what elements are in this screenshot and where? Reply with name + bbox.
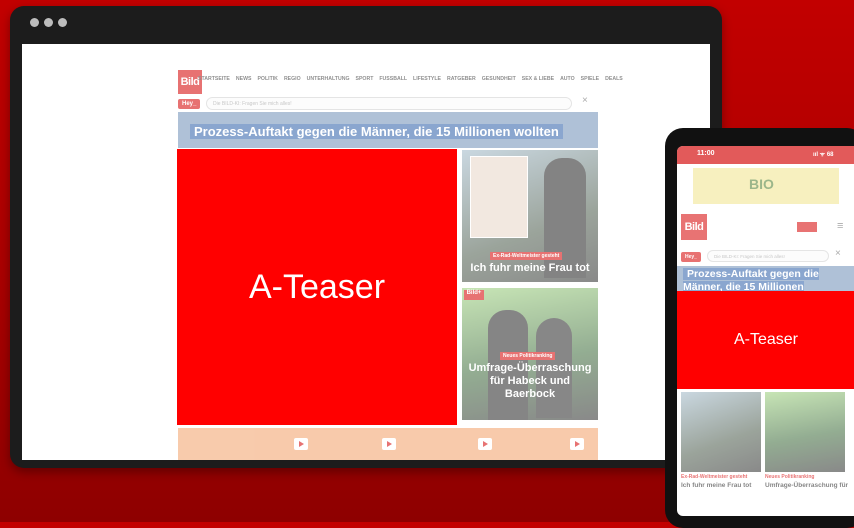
teaser-kicker: Neues Politikranking — [765, 474, 815, 480]
nav-item[interactable]: UNTERHALTUNG — [307, 76, 350, 82]
mobile-screen: 11:00 ııl ᯤ 68 BIO Bild ≡ Hey_ Die BILD-… — [677, 146, 854, 516]
nav-item[interactable]: POLITIK — [257, 76, 277, 82]
search-input[interactable]: Die BILD-KI: Fragen Sie mich alles! — [206, 97, 572, 110]
hey-ai-button[interactable]: Hey_ — [178, 99, 201, 109]
ad-text: BIO — [749, 176, 774, 192]
nav-item[interactable]: DEALS — [605, 76, 623, 82]
search-input[interactable]: Die BILD-KI: Fragen Sie mich alles! — [707, 250, 829, 262]
nav-item[interactable]: LIFESTYLE — [413, 76, 441, 82]
play-icon[interactable] — [294, 438, 308, 450]
teaser-title[interactable]: Umfrage-Überraschung für — [765, 482, 848, 489]
nav-item[interactable]: SPIELE — [581, 76, 599, 82]
nav-item[interactable]: REGIO — [284, 76, 301, 82]
teaser-title[interactable]: Ich fuhr meine Frau tot — [462, 262, 598, 274]
nav-item[interactable]: RATGEBER — [447, 76, 476, 82]
desktop-screen: Bild STARTSEITE NEWS POLITIK REGIO UNTER… — [22, 44, 710, 460]
hero-headline[interactable]: Prozess-Auftakt gegen die Männer, die 15… — [190, 124, 563, 139]
teaser-kicker: Neues Politikranking — [500, 352, 556, 360]
person-silhouette — [544, 158, 586, 278]
bild-logo[interactable]: Bild — [178, 70, 202, 94]
nav-item[interactable]: FUSSBALL — [379, 76, 407, 82]
nav-item[interactable]: STARTSEITE — [198, 76, 230, 82]
nav-item[interactable]: NEWS — [236, 76, 252, 82]
window-dot-icon — [30, 18, 39, 27]
bild-plus-icon[interactable] — [797, 222, 817, 232]
window-titlebar — [10, 6, 722, 40]
window-dot-icon — [58, 18, 67, 27]
teaser-kicker: Ex-Rad-Weltmeister gesteht — [490, 252, 563, 260]
menu-icon[interactable]: ≡ — [837, 220, 843, 232]
a-teaser-box[interactable]: A-Teaser — [177, 149, 457, 425]
play-icon[interactable] — [570, 438, 584, 450]
video-carousel[interactable] — [178, 428, 598, 460]
nav-item[interactable]: GESUNDHEIT — [482, 76, 516, 82]
play-icon[interactable] — [382, 438, 396, 450]
inset-portrait — [470, 156, 528, 238]
teaser-image-cyclist[interactable] — [681, 392, 761, 472]
phone-mockup: 11:00 ııl ᯤ 68 BIO Bild ≡ Hey_ Die BILD-… — [665, 128, 854, 528]
nav-item[interactable]: SEX & LIEBE — [522, 76, 554, 82]
bild-logo[interactable]: Bild — [681, 214, 707, 240]
nav-item[interactable]: SPORT — [356, 76, 374, 82]
close-icon[interactable]: × — [582, 95, 588, 106]
laptop-mockup: Bild STARTSEITE NEWS POLITIK REGIO UNTER… — [10, 6, 722, 468]
bild-plus-badge: Bild+ — [464, 290, 484, 300]
close-icon[interactable]: × — [835, 248, 841, 259]
teaser-title[interactable]: Ich fuhr meine Frau tot — [681, 482, 751, 489]
teaser-image-politicians[interactable] — [765, 392, 845, 472]
ad-banner[interactable]: BIO — [693, 168, 839, 204]
teaser-title[interactable]: Umfrage-Überraschung für Habeck und Baer… — [466, 362, 594, 401]
window-dot-icon — [44, 18, 53, 27]
a-teaser-box[interactable]: A-Teaser — [677, 291, 854, 389]
teaser-kicker: Ex-Rad-Weltmeister gesteht — [681, 474, 748, 480]
main-nav: STARTSEITE NEWS POLITIK REGIO UNTERHALTU… — [198, 76, 623, 82]
hey-ai-button[interactable]: Hey_ — [681, 252, 701, 262]
nav-item[interactable]: AUTO — [560, 76, 575, 82]
play-icon[interactable] — [478, 438, 492, 450]
